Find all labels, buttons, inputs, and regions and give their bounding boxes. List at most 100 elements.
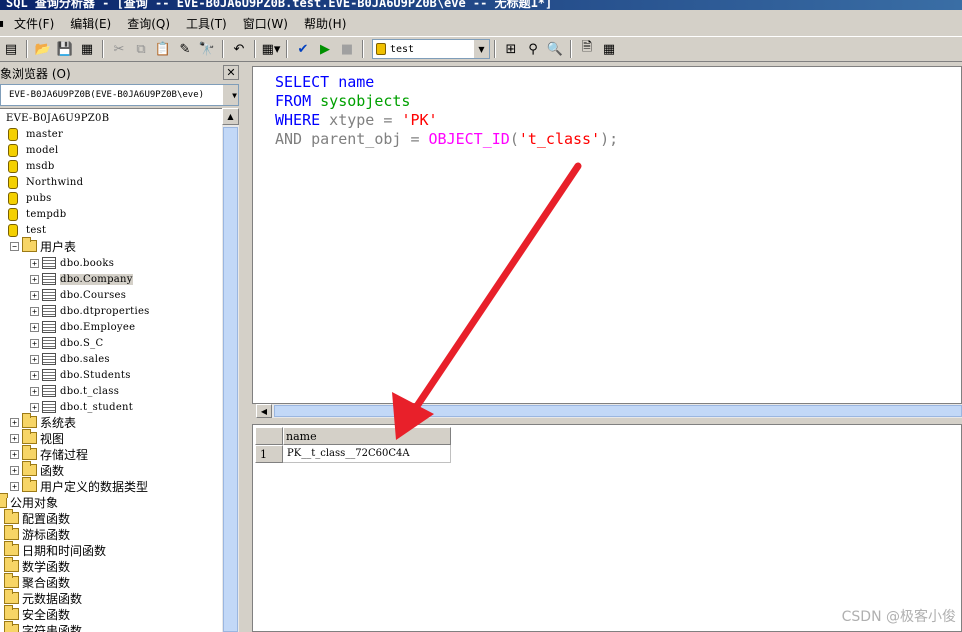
expand-icon[interactable]: + <box>30 274 39 284</box>
open-icon[interactable]: 📂 <box>33 39 53 59</box>
tree-db-test[interactable]: test <box>8 222 46 238</box>
expand-icon[interactable]: + <box>30 370 39 380</box>
tree-folder-system-tables[interactable]: + 系统表 <box>10 413 76 430</box>
menu-edit[interactable]: 编辑(E) <box>62 15 119 32</box>
chevron-down-icon[interactable]: ▼ <box>222 85 238 105</box>
show-plan-icon[interactable]: 🔍 <box>545 39 565 59</box>
menu-file[interactable]: 文件(F) <box>6 15 62 32</box>
window-title: SQL 查询分析器 - [查询 -- EVE-B0JA6U9PZ0B.test.… <box>6 0 553 10</box>
tree-db-pubs[interactable]: pubs <box>8 190 52 206</box>
find-icon[interactable]: 🔭 <box>197 39 217 59</box>
tree-scrollbar[interactable]: ▲ <box>222 108 239 632</box>
tree-db-northwind[interactable]: Northwind <box>8 174 83 190</box>
tree-db-model[interactable]: model <box>8 142 59 158</box>
cut-icon[interactable]: ✂ <box>109 39 129 59</box>
menu-tools[interactable]: 工具(T) <box>178 15 235 32</box>
tree-table[interactable]: + dbo.sales <box>30 351 110 367</box>
expand-icon[interactable]: + <box>10 433 19 443</box>
tree-folder-views[interactable]: + 视图 <box>10 429 64 446</box>
query-editor[interactable]: SELECT name FROM sysobjects WHERE xtype … <box>252 66 962 404</box>
pane-splitter[interactable] <box>241 64 247 632</box>
results-grid[interactable]: name 1 PK__t_class__72C60C4A <box>252 424 962 632</box>
expand-icon[interactable]: + <box>30 258 39 268</box>
object-browser-icon[interactable]: ⊞ <box>501 39 521 59</box>
undo-icon[interactable]: ↶ <box>229 39 249 59</box>
tree-public-folder[interactable]: 数学函数 <box>4 557 70 574</box>
save-icon[interactable]: 💾 <box>55 39 75 59</box>
tree-public-objects[interactable]: 公用对象 <box>0 493 58 510</box>
tree-table[interactable]: + dbo.Courses <box>30 287 126 303</box>
tree-user-tables[interactable]: − 用户表 <box>10 237 76 254</box>
chevron-up-icon[interactable]: ▲ <box>222 108 239 125</box>
grid-column-header[interactable]: name <box>283 427 451 445</box>
scroll-thumb[interactable] <box>223 127 238 632</box>
expand-icon[interactable]: + <box>30 338 39 348</box>
results-mode-icon[interactable]: ▦▾ <box>261 39 281 59</box>
menu-window[interactable]: 窗口(W) <box>235 15 296 32</box>
menu-query[interactable]: 查询(Q) <box>119 15 178 32</box>
tree-table[interactable]: + dbo.t_class <box>30 383 119 399</box>
parse-icon[interactable]: ✔ <box>293 39 313 59</box>
expand-icon[interactable]: + <box>30 306 39 316</box>
tree-table[interactable]: + dbo.Students <box>30 367 131 383</box>
tree-public-folder[interactable]: 元数据函数 <box>4 589 82 606</box>
expand-icon[interactable]: + <box>10 417 19 427</box>
close-icon[interactable]: ✕ <box>223 65 239 80</box>
scroll-thumb[interactable] <box>274 405 962 417</box>
tree-root[interactable]: EVE-B0JA6U9PZ0B <box>6 110 109 126</box>
sql-paren: ); <box>600 130 619 148</box>
stop-icon[interactable]: ■ <box>337 39 357 59</box>
collapse-icon[interactable]: − <box>10 241 19 251</box>
sql-condition: xtype = <box>320 111 402 129</box>
grid-row-number[interactable]: 1 <box>255 445 283 463</box>
object-search-icon[interactable]: ⚲ <box>523 39 543 59</box>
expand-icon[interactable]: + <box>30 402 39 412</box>
editor-horizontal-scrollbar[interactable]: ◀ <box>256 404 962 418</box>
expand-icon[interactable]: + <box>10 465 19 475</box>
expand-icon[interactable]: + <box>30 290 39 300</box>
grid-corner[interactable] <box>255 427 283 445</box>
copy-icon[interactable]: ⧉ <box>131 39 151 59</box>
tree-db-master[interactable]: master <box>8 126 63 142</box>
database-select[interactable]: test ▼ <box>372 39 490 59</box>
tree-folder-label: 安全函数 <box>22 607 71 622</box>
tree-table[interactable]: + dbo.Employee <box>30 319 135 335</box>
tree-public-folder[interactable]: 聚合函数 <box>4 573 70 590</box>
tree-table[interactable]: + dbo.books <box>30 255 114 271</box>
expand-icon[interactable]: + <box>30 354 39 364</box>
new-query-icon[interactable]: ▤ <box>1 39 21 59</box>
tree-folder-procedures[interactable]: + 存储过程 <box>10 445 88 462</box>
tree-public-folder[interactable]: 日期和时间函数 <box>4 541 106 558</box>
clear-icon[interactable]: ✎ <box>175 39 195 59</box>
menu-help[interactable]: 帮助(H) <box>296 15 354 32</box>
properties-icon[interactable]: 🗎 <box>577 39 597 59</box>
tree-public-folder[interactable]: 安全函数 <box>4 605 71 622</box>
results-grid-icon[interactable]: ▦ <box>599 39 619 59</box>
expand-icon[interactable]: + <box>30 386 39 396</box>
tree-folder-functions[interactable]: + 函数 <box>10 461 64 478</box>
expand-icon[interactable]: + <box>10 481 19 491</box>
watermark: CSDN @极客小俊 <box>841 609 956 625</box>
expand-icon[interactable]: + <box>10 449 19 459</box>
tree-table[interactable]: + dbo.S_C <box>30 335 103 351</box>
tree-folder-udt[interactable]: + 用户定义的数据类型 <box>10 477 149 494</box>
tree-table-label: dbo.t_student <box>60 401 134 413</box>
tree-db-tempdb[interactable]: tempdb <box>8 206 66 222</box>
tree-folder-label: 用户定义的数据类型 <box>40 479 149 494</box>
title-bar: SQL 查询分析器 - [查询 -- EVE-B0JA6U9PZ0B.test.… <box>0 0 962 10</box>
tree-public-folder[interactable]: 字符串函数 <box>4 621 82 632</box>
tree-folder-label: 配置函数 <box>22 511 71 526</box>
tree-public-folder[interactable]: 配置函数 <box>4 509 71 526</box>
chevron-down-icon[interactable]: ▼ <box>473 40 489 58</box>
paste-icon[interactable]: 📋 <box>153 39 173 59</box>
expand-icon[interactable]: + <box>30 322 39 332</box>
tree-public-folder[interactable]: 游标函数 <box>4 525 70 542</box>
tree-table[interactable]: + dbo.dtproperties <box>30 303 150 319</box>
chevron-left-icon[interactable]: ◀ <box>256 404 272 418</box>
tree-table-selected[interactable]: + dbo.Company <box>30 271 133 287</box>
grid-cell[interactable]: PK__t_class__72C60C4A <box>283 445 451 463</box>
tree-db-msdb[interactable]: msdb <box>8 158 55 174</box>
execute-icon[interactable]: ▶ <box>315 39 335 59</box>
insert-template-icon[interactable]: ▦ <box>77 39 97 59</box>
server-select[interactable]: EVE-B0JA6U9PZ0B(EVE-B0JA6U9PZ0B\eve) ▼ <box>0 84 239 106</box>
